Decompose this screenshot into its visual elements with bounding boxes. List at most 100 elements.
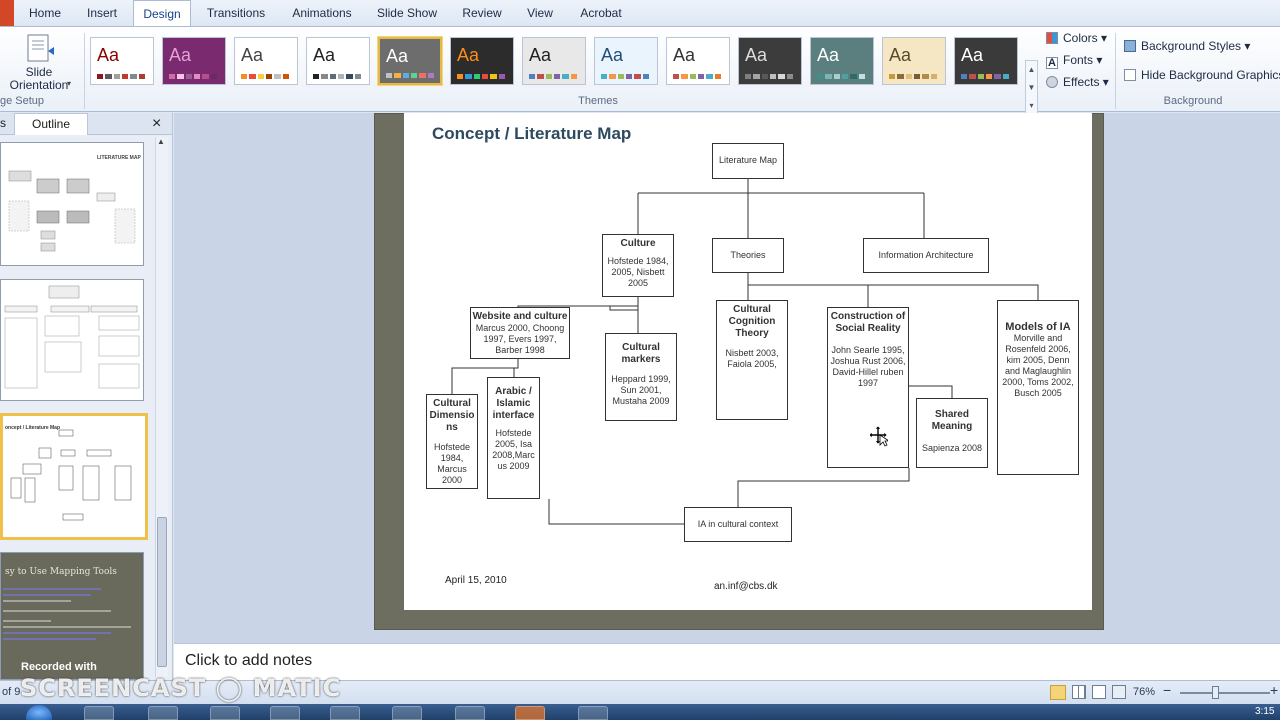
- ia-cultural-context-box[interactable]: IA in cultural context: [684, 507, 792, 542]
- cultural-markers-box[interactable]: Cultural markers Heppard 1999, Sun 2001, …: [605, 333, 677, 421]
- screencast-watermark: SCREENCAST ◯ MATIC: [20, 674, 342, 702]
- theme-color-swatch: [138, 74, 145, 79]
- theme-color-swatch: [977, 74, 984, 79]
- tab-acrobat[interactable]: Acrobat: [572, 0, 630, 26]
- tab-outline[interactable]: Outline: [14, 113, 88, 135]
- tab-animations[interactable]: Animations: [284, 0, 360, 26]
- models-ia-body: Morville and Rosenfeld 2006, kim 2005, D…: [1002, 333, 1074, 398]
- app-taskbar-icon[interactable]: [270, 706, 300, 720]
- reading-view-icon[interactable]: [1092, 685, 1106, 699]
- zoom-out-icon[interactable]: −: [1163, 682, 1171, 698]
- cultural-dimensions-box[interactable]: Cultural Dimensio ns Hofstede 1984, Marcu…: [426, 394, 478, 489]
- fonts-label: Fonts: [1063, 53, 1094, 67]
- hide-background-checkbox[interactable]: Hide Background Graphics: [1124, 68, 1280, 82]
- slide-show-icon[interactable]: [1112, 685, 1126, 699]
- theme-thumbnail-8[interactable]: Aa: [594, 37, 658, 85]
- app-taskbar-icon-3[interactable]: [392, 706, 422, 720]
- zoom-level[interactable]: 76%: [1133, 686, 1155, 698]
- tab-transitions[interactable]: Transitions: [198, 0, 274, 26]
- slide-orientation-icon[interactable]: [20, 33, 58, 63]
- slide-thumbnail-4[interactable]: sy to Use Mapping Tools Recorded with: [0, 552, 144, 680]
- models-ia-box[interactable]: Models of IA Morville and Rosenfeld 2006,…: [997, 300, 1079, 475]
- slide-thumbnail-3-title: oncept / Literature Map: [5, 425, 61, 431]
- fonts-button[interactable]: A Fonts ▾: [1046, 53, 1102, 69]
- theme-color-swatch: [609, 74, 616, 79]
- zoom-slider-track[interactable]: [1180, 692, 1270, 694]
- zoom-slider-thumb[interactable]: [1212, 686, 1219, 699]
- recorded-with-label: Recorded with: [21, 661, 97, 673]
- website-culture-box[interactable]: Website and culture Marcus 2000, Choong 1…: [470, 307, 570, 359]
- powerpoint-taskbar-icon[interactable]: [515, 706, 545, 720]
- slide-thumbnail-2[interactable]: [0, 279, 144, 401]
- close-pane-icon[interactable]: ×: [152, 115, 161, 133]
- slide-canvas[interactable]: Concept / Literature Map Literature Map …: [404, 113, 1092, 610]
- cultural-dimensions-title: Cultural Dimensio ns: [429, 398, 475, 433]
- information-architecture-box[interactable]: Information Architecture: [863, 238, 989, 273]
- tab-slide-show[interactable]: Slide Show: [372, 0, 442, 26]
- notes-placeholder[interactable]: Click to add notes: [185, 652, 312, 670]
- theme-thumbnail-6[interactable]: Aa: [450, 37, 514, 85]
- tab-insert[interactable]: Insert: [78, 0, 126, 26]
- literature-map-box[interactable]: Literature Map: [712, 143, 784, 179]
- skype-taskbar-icon[interactable]: [455, 706, 485, 720]
- theme-color-swatch: [481, 74, 489, 79]
- clock: 3:15: [1255, 706, 1275, 717]
- theme-thumbnail-1[interactable]: Aa: [90, 37, 154, 85]
- scroll-thumb[interactable]: [157, 517, 167, 667]
- social-reality-box[interactable]: Construction of Social Reality John Searl…: [827, 307, 909, 468]
- culture-box[interactable]: Culture Hofstede 1984, 2005, Nisbett 2005: [602, 234, 674, 297]
- zoom-in-icon[interactable]: +: [1270, 682, 1278, 698]
- theme-thumbnail-2[interactable]: Aa: [162, 37, 226, 85]
- theme-sample-text: Aa: [961, 45, 984, 65]
- shared-meaning-box[interactable]: Shared Meaning Sapienza 2008: [916, 398, 988, 468]
- theme-thumbnail-7[interactable]: Aa: [522, 37, 586, 85]
- explorer-taskbar-icon[interactable]: [84, 706, 114, 720]
- theme-color-swatch: [274, 74, 281, 79]
- theories-box[interactable]: Theories: [712, 238, 784, 273]
- slide-thumbnail-3[interactable]: oncept / Literature Map: [0, 413, 148, 540]
- cultural-cognition-title: Cultural Cognition Theory: [728, 304, 776, 339]
- theme-thumbnail-5[interactable]: Aa: [378, 37, 442, 85]
- theme-sample-text: Aa: [673, 45, 696, 65]
- arabic-islamic-box[interactable]: Arabic / Islamic interface Hofstede 2005,…: [487, 377, 540, 499]
- tab-home[interactable]: Home: [20, 0, 70, 26]
- theme-color-swatch: [922, 74, 929, 79]
- theme-thumbnail-9[interactable]: Aa: [666, 37, 730, 85]
- theme-color-swatch: [321, 74, 328, 79]
- theme-thumbnail-4[interactable]: Aa: [306, 37, 370, 85]
- theme-color-swatch: [185, 74, 192, 79]
- theme-thumbnail-3[interactable]: Aa: [234, 37, 298, 85]
- slides-pane-scrollbar[interactable]: ▲: [155, 137, 168, 677]
- theme-thumbnail-10[interactable]: Aa: [738, 37, 802, 85]
- app-taskbar-icon-2[interactable]: [330, 706, 360, 720]
- cultural-cognition-box[interactable]: Cultural Cognition Theory Nisbett 2003, F…: [716, 300, 788, 420]
- tab-review[interactable]: Review: [454, 0, 510, 26]
- theme-color-swatch: [553, 74, 561, 79]
- slide-thumbnail-1[interactable]: LITERATURE MAP: [0, 142, 144, 266]
- app-taskbar-icon-4[interactable]: [578, 706, 608, 720]
- excel-taskbar-icon[interactable]: [148, 706, 178, 720]
- effects-button[interactable]: Effects ▾: [1046, 75, 1109, 89]
- checkbox-icon: [1124, 69, 1136, 81]
- tab-view[interactable]: View: [520, 0, 560, 26]
- slide-orientation-button[interactable]: Slide Orientation: [6, 66, 72, 92]
- tab-design[interactable]: Design: [133, 0, 191, 27]
- tab-slides[interactable]: s: [0, 116, 12, 134]
- scroll-up-icon[interactable]: ▲: [157, 137, 165, 146]
- theme-sample-text: Aa: [313, 45, 336, 65]
- cultural-cognition-body: Nisbett 2003, Faiola 2005,: [725, 348, 779, 369]
- themes-scroll[interactable]: ▲ ▼ ▾: [1025, 60, 1038, 116]
- theme-color-swatch: [673, 74, 680, 79]
- slide-sorter-icon[interactable]: [1072, 685, 1086, 699]
- arabic-islamic-title: Arabic / Islamic interface: [492, 386, 535, 421]
- colors-button[interactable]: Colors ▾: [1046, 31, 1107, 45]
- theme-thumbnail-12[interactable]: Aa: [882, 37, 946, 85]
- theme-thumbnail-13[interactable]: Aa: [954, 37, 1018, 85]
- background-styles-button[interactable]: Background Styles ▾: [1124, 39, 1250, 53]
- chrome-taskbar-icon[interactable]: [210, 706, 240, 720]
- theme-sample-text: Aa: [529, 45, 552, 65]
- file-tab[interactable]: [0, 0, 14, 26]
- normal-view-icon[interactable]: [1050, 685, 1066, 700]
- theme-color-swatch: [905, 74, 912, 79]
- theme-thumbnail-11[interactable]: Aa: [810, 37, 874, 85]
